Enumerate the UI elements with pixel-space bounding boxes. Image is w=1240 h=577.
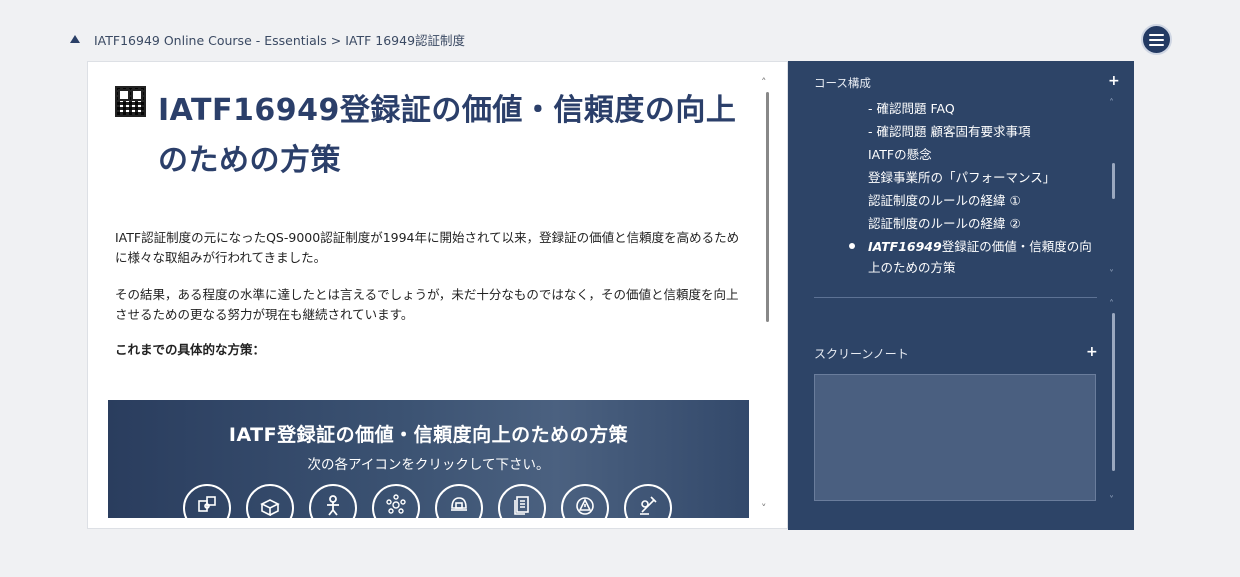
- page-title-bold: IATF16949: [158, 93, 340, 128]
- course-sidebar: コース構成 + - 確認問題 FAQ - 確認問題 顧客固有要求事項 IATFの…: [788, 61, 1134, 530]
- banner-title: IATF登録証の価値・信頼度向上のための方策: [228, 424, 629, 446]
- toc-item-csr-quiz[interactable]: - 確認問題 顧客固有要求事項: [868, 120, 1098, 143]
- auditor-icon[interactable]: [624, 484, 672, 518]
- toc-active-bold: IATF16949: [868, 239, 942, 254]
- current-bullet-icon: [849, 243, 855, 249]
- top-bar: IATF16949 Online Course - Essentials > I…: [70, 28, 465, 50]
- puzzle-icon[interactable]: [183, 484, 231, 518]
- qr-code-icon: [115, 86, 146, 117]
- toc-item-rules-history-1[interactable]: 認証制度のルールの経緯 ①: [868, 189, 1098, 212]
- toc-item-iatf-concerns[interactable]: IATFの懸念: [868, 143, 1098, 166]
- notes-scroll-down-icon[interactable]: ˅: [1109, 495, 1114, 506]
- toc-scroll-up-icon[interactable]: ˄: [1109, 98, 1114, 109]
- network-icon[interactable]: [372, 484, 420, 518]
- toc-item-faq-quiz[interactable]: - 確認問題 FAQ: [868, 97, 1098, 120]
- menu-line-icon: [1149, 38, 1164, 41]
- banner-subtitle: 次の各アイコンをクリックして下さい。: [307, 457, 550, 473]
- content-panel: IATF16949登録証の価値・信頼度の向上のための方策 IATF認証制度の元に…: [87, 61, 788, 529]
- breadcrumb[interactable]: IATF16949 Online Course - Essentials > I…: [94, 30, 465, 49]
- menu-line-icon: [1149, 33, 1164, 36]
- collapse-triangle-icon[interactable]: [70, 35, 80, 43]
- warning-gear-icon[interactable]: [561, 484, 609, 518]
- person-icon[interactable]: [309, 484, 357, 518]
- course-structure-header: コース構成: [814, 76, 871, 90]
- screen-notes-add-button[interactable]: +: [1086, 344, 1098, 360]
- helmet-icon[interactable]: [435, 484, 483, 518]
- toc-scrollbar-thumb[interactable]: [1112, 163, 1115, 199]
- notes-scrollbar-thumb[interactable]: [1112, 313, 1115, 471]
- measures-banner: IATF登録証の価値・信頼度向上のための方策 次の各アイコンをクリックして下さい…: [108, 400, 749, 518]
- notes-scroll-up-icon[interactable]: ˄: [1109, 299, 1114, 310]
- course-structure-expand-button[interactable]: +: [1108, 73, 1120, 89]
- toc-item-active-current[interactable]: IATF16949登録証の価値・信頼度の向上のための方策: [849, 235, 1098, 278]
- paragraph-intro: IATF認証制度の元になったQS-9000認証制度が1994年に開始されて以来，…: [115, 230, 740, 265]
- content-scrollbar-thumb[interactable]: [766, 92, 769, 322]
- screen-notes-label: スクリーンノート: [814, 347, 909, 361]
- hamburger-menu-button[interactable]: [1141, 24, 1172, 55]
- course-toc: - 確認問題 FAQ - 確認問題 顧客固有要求事項 IATFの懸念 登録事業所…: [849, 97, 1098, 284]
- toc-next-item-clipped: [868, 278, 1098, 284]
- content-scroll-up-icon[interactable]: ˄: [761, 76, 767, 89]
- paragraph-result: その結果，ある程度の水準に達したとは言えるでしょうが，未だ十分なものではなく，そ…: [115, 287, 739, 322]
- documents-icon[interactable]: [498, 484, 546, 518]
- banner-icon-row: [183, 484, 672, 518]
- boxes-icon[interactable]: [246, 484, 294, 518]
- menu-line-icon: [1149, 43, 1164, 46]
- toc-item-rules-history-2[interactable]: 認証制度のルールの経緯 ②: [868, 212, 1098, 235]
- toc-item-site-performance[interactable]: 登録事業所の「パフォーマンス」: [868, 166, 1098, 189]
- content-scroll-down-icon[interactable]: ˅: [761, 502, 767, 515]
- page-title: IATF16949登録証の価値・信頼度の向上のための方策: [158, 86, 758, 186]
- paragraph-measures-heading: これまでの具体的な方策：: [115, 342, 266, 357]
- screen-notes-textarea[interactable]: [814, 374, 1096, 501]
- toc-scroll-down-icon[interactable]: ˅: [1109, 269, 1114, 280]
- sidebar-divider: [814, 297, 1097, 298]
